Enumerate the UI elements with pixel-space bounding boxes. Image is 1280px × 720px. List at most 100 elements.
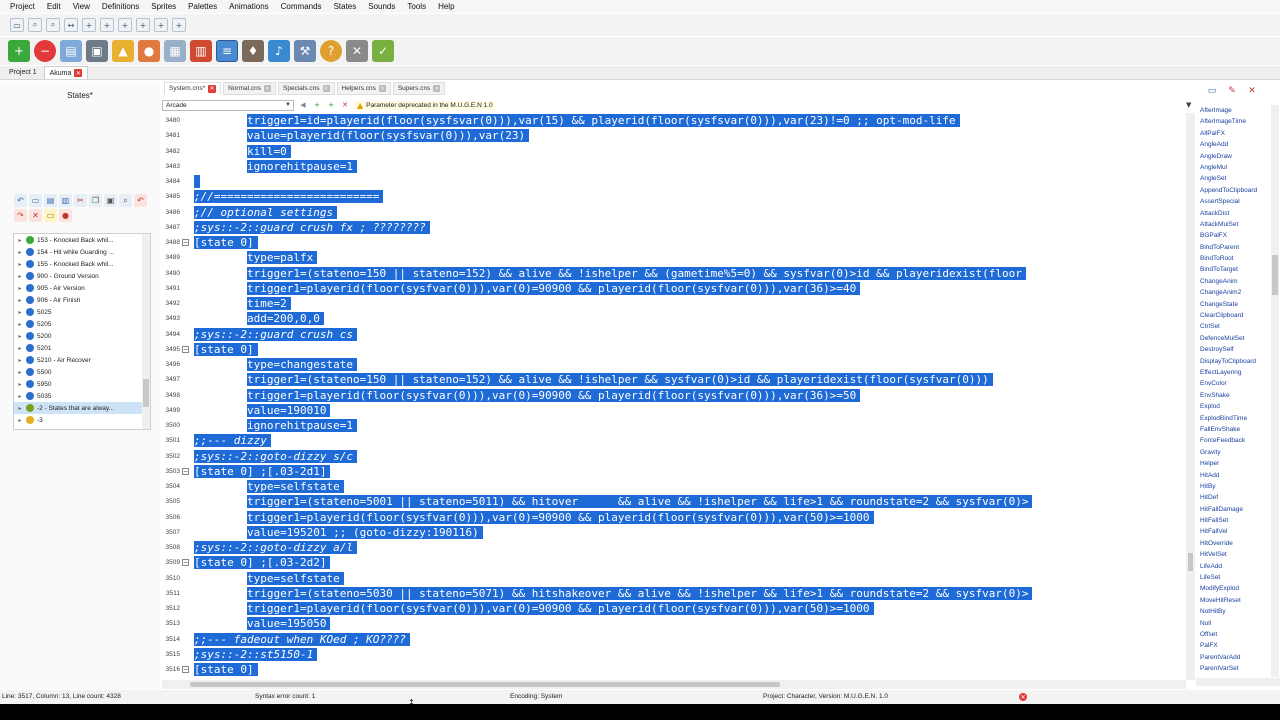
sctrl-item[interactable]: Offset <box>1198 629 1270 640</box>
remove-icon[interactable]: ● <box>59 209 72 222</box>
menu-item-palettes[interactable]: Palettes <box>182 2 223 11</box>
build-icon[interactable]: ✓ <box>372 40 394 62</box>
sctrl-item[interactable]: AngleDraw <box>1198 151 1270 162</box>
state-tree-item[interactable]: ▸ 5205 <box>14 318 150 330</box>
expand-icon[interactable]: ▸ <box>14 273 26 280</box>
menu-item-commands[interactable]: Commands <box>275 2 328 11</box>
add-column-icon[interactable]: + <box>100 18 114 32</box>
file-tab[interactable]: Supers.cns ✕ <box>392 82 446 95</box>
menu-item-sprites[interactable]: Sprites <box>145 2 182 11</box>
sctrl-item[interactable]: BindToParent <box>1198 242 1270 253</box>
sctrl-item[interactable]: AngleSet <box>1198 173 1270 184</box>
sctrl-item[interactable]: ExplodBindTime <box>1198 413 1270 424</box>
insert-icon[interactable]: + <box>118 18 132 32</box>
sctrl-item[interactable]: HitFallDamage <box>1198 504 1270 515</box>
sctrl-item[interactable]: ParentVarAdd <box>1198 652 1270 663</box>
code-line[interactable]: 3497 trigger1=(stateno=150 || stateno=152… <box>162 372 1186 387</box>
menu-item-edit[interactable]: Edit <box>41 2 67 11</box>
expand-icon[interactable]: ▸ <box>14 249 26 256</box>
close-tab-icon[interactable]: ✕ <box>264 85 271 92</box>
expand-icon[interactable]: ▸ <box>14 261 26 268</box>
states-icon[interactable]: ≡ <box>216 40 238 62</box>
code-line[interactable]: 3516− [state 0] <box>162 662 1186 677</box>
expand-icon[interactable]: ▸ <box>14 357 26 364</box>
file-tab[interactable]: Normal.cns ✕ <box>223 82 276 95</box>
state-tree-item[interactable]: ▸ 5025 <box>14 306 150 318</box>
sctrl-item[interactable]: FallEnvShake <box>1198 424 1270 435</box>
sctrl-item[interactable]: AttackDist <box>1198 208 1270 219</box>
menu-item-project[interactable]: Project <box>4 2 41 11</box>
sctrl-item[interactable]: AssertSpecial <box>1198 196 1270 207</box>
sctrl-item[interactable]: ClearClipboard <box>1198 310 1270 321</box>
code-editor[interactable]: 3480 trigger1=id=playerid(floor(sysfsvar(… <box>162 113 1186 680</box>
menu-item-definitions[interactable]: Definitions <box>96 2 145 11</box>
sctrl-item[interactable]: HitDef <box>1198 492 1270 503</box>
code-line[interactable]: 3508 ;sys::-2::goto-dizzy a/l <box>162 540 1186 555</box>
file-tab[interactable]: Specials.cns ✕ <box>278 82 335 95</box>
sctrl-item[interactable]: Null <box>1198 618 1270 629</box>
sctrl-item[interactable]: LifeAdd <box>1198 561 1270 572</box>
state-tree-item[interactable]: ▸ 155 - Knocked Back whil... <box>14 258 150 270</box>
code-line[interactable]: 3511 trigger1=(stateno=5030 || stateno=50… <box>162 586 1186 601</box>
code-line[interactable]: 3500 ignorehitpause=1 <box>162 418 1186 433</box>
file-tab[interactable]: Helpers.cns ✕ <box>336 82 391 95</box>
redo-red-icon[interactable]: ↷ <box>14 209 27 222</box>
expand-icon[interactable]: ▸ <box>14 417 26 424</box>
sctrl-horizontal-scrollbar[interactable] <box>1196 678 1280 686</box>
code-line[interactable]: 3512 trigger1=playerid(floor(sysfvar(0)))… <box>162 601 1186 616</box>
sctrl-item[interactable]: AfterImage <box>1198 105 1270 116</box>
code-line[interactable]: 3486 ;// optional settings <box>162 205 1186 220</box>
settings-icon[interactable]: ✕ <box>346 40 368 62</box>
code-line[interactable]: 3484 <box>162 174 1186 189</box>
export-icon[interactable]: ▥ <box>59 194 72 207</box>
sctrl-item[interactable]: CtrlSet <box>1198 321 1270 332</box>
edit-sctrl-icon[interactable]: ✎ <box>1226 85 1238 97</box>
expand-icon[interactable]: ▸ <box>14 321 26 328</box>
sctrl-item[interactable]: ModifyExplod <box>1198 583 1270 594</box>
code-line[interactable]: 3489 type=palfx <box>162 250 1186 265</box>
state-tree-item[interactable]: ▸ 5950 <box>14 378 150 390</box>
code-line[interactable]: 3487 ;sys::-2::guard crush fx ; ???????? <box>162 220 1186 235</box>
expand-icon[interactable]: ▸ <box>14 297 26 304</box>
code-line[interactable]: 3490 trigger1=(stateno=150 || stateno=152… <box>162 266 1186 281</box>
code-line[interactable]: 3495− [state 0] <box>162 342 1186 357</box>
sctrl-item[interactable]: PalFX <box>1198 640 1270 651</box>
state-tree-item[interactable]: ▸ 5200 <box>14 330 150 342</box>
close-tab-icon[interactable]: ✕ <box>433 85 441 92</box>
code-line[interactable]: 3498 trigger1=playerid(floor(sysfvar(0)))… <box>162 388 1186 403</box>
close-tab-icon[interactable]: ✕ <box>322 85 330 92</box>
new-project-icon[interactable]: ▭ <box>10 18 24 32</box>
expand-icon[interactable]: ▸ <box>14 381 26 388</box>
nav-back-icon[interactable]: ◀ <box>298 100 308 110</box>
code-line[interactable]: 3505 trigger1=(stateno=5001 || stateno=50… <box>162 494 1186 509</box>
menu-item-sounds[interactable]: Sounds <box>362 2 401 11</box>
code-line[interactable]: 3482 kill=0 <box>162 144 1186 159</box>
sctrl-item[interactable]: ChangeAnim2 <box>1198 287 1270 298</box>
close-tab-icon[interactable]: ✕ <box>378 85 386 92</box>
code-line[interactable]: 3499 value=190010 <box>162 403 1186 418</box>
code-line[interactable]: 3491 trigger1=playerid(floor(sysfvar(0)))… <box>162 281 1186 296</box>
sctrl-item[interactable]: AngleAdd <box>1198 139 1270 150</box>
code-line[interactable]: 3510 type=selfstate <box>162 571 1186 586</box>
sctrl-item[interactable]: LifeSet <box>1198 572 1270 583</box>
state-tree-item[interactable]: ▸ -2 - States that are alway... <box>14 402 150 414</box>
close-icon[interactable]: ✕ <box>1246 85 1258 97</box>
sctrl-item[interactable]: AfterImageTime <box>1198 116 1270 127</box>
menu-item-help[interactable]: Help <box>432 2 460 11</box>
image-icon[interactable]: ▦ <box>164 40 186 62</box>
fold-toggle-icon[interactable]: − <box>182 345 189 353</box>
sctrl-item[interactable]: Gravity <box>1198 447 1270 458</box>
help-icon[interactable]: ? <box>320 40 342 62</box>
expand-icon[interactable]: ▸ <box>14 345 26 352</box>
expand-icon[interactable]: ▸ <box>14 369 26 376</box>
add-line-icon[interactable]: + <box>312 100 322 110</box>
code-line[interactable]: 3483 ignorehitpause=1 <box>162 159 1186 174</box>
sctrl-item[interactable]: DestroySelf <box>1198 344 1270 355</box>
save-icon[interactable]: ▤ <box>44 194 57 207</box>
error-icon[interactable]: ✕ <box>1019 693 1027 701</box>
close-tab-icon[interactable]: ✕ <box>74 69 83 77</box>
sctrl-scrollbar[interactable] <box>1271 105 1279 677</box>
folder-icon[interactable]: ▤ <box>60 40 82 62</box>
fold-toggle-icon[interactable]: − <box>182 467 189 475</box>
undo-red-icon[interactable]: ↶ <box>134 194 147 207</box>
